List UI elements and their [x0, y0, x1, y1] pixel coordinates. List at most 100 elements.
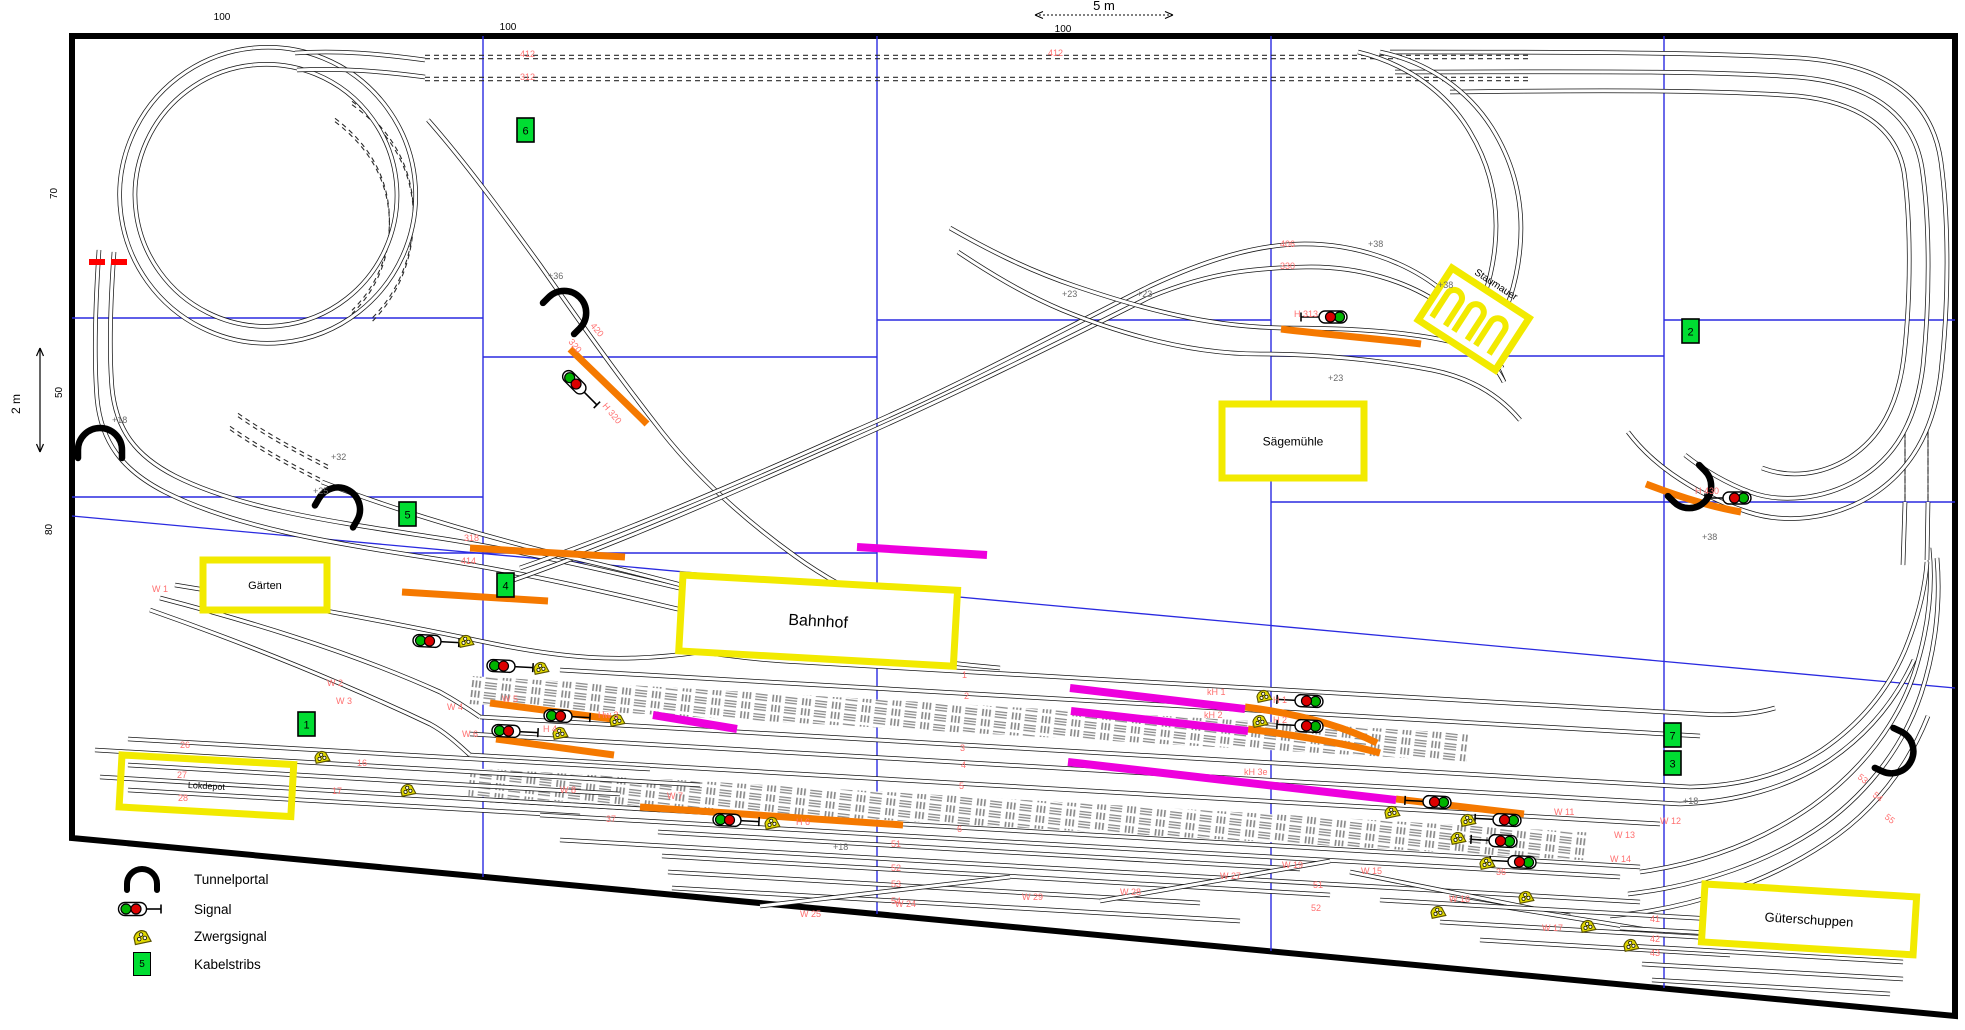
track-number-label: 51: [891, 839, 901, 849]
track-number-label: W 7: [667, 791, 683, 801]
track-number-label: 53: [891, 879, 901, 889]
kabelstribs-box-4: 4: [497, 573, 514, 597]
axis-label: 70: [49, 187, 60, 199]
isolation-gap-marker: [111, 259, 127, 265]
height-label: +23: [1137, 289, 1152, 299]
track-number-label: H 6: [796, 817, 810, 827]
track-number-label: 52: [1311, 903, 1321, 913]
height-label: +38: [1368, 239, 1383, 249]
kabelstribs-box-7: 7: [1664, 723, 1681, 747]
track-number-label: W 16: [1449, 894, 1470, 904]
track-number-label: H 4: [543, 724, 557, 734]
grid-measure-label: 100: [500, 22, 517, 33]
kabelstribs-box-6: 6: [517, 118, 534, 142]
track-number-label: 330: [1280, 261, 1295, 271]
track-number-label: W 6: [462, 729, 478, 739]
height-label: +18: [833, 842, 848, 852]
track-number-label: W 28: [1120, 887, 1141, 897]
track-number-label: 6: [957, 824, 962, 834]
track-number-label: 27: [177, 770, 187, 780]
track-number-label: 37: [606, 814, 616, 824]
kabelstribs-number: 3: [1669, 759, 1675, 771]
height-label: +18: [1683, 796, 1698, 806]
track-fill: [1927, 502, 1928, 560]
track-number-label: W 8: [560, 785, 576, 795]
area-grten: Gärten: [203, 560, 327, 610]
track-number-label: W 13: [1614, 830, 1635, 840]
grid-measure-label: 100: [1055, 24, 1072, 35]
area-label: Gärten: [248, 580, 282, 592]
track-number-label: W 3: [336, 696, 352, 706]
track-number-label: W 29: [1022, 892, 1043, 902]
height-label: +23: [1062, 289, 1077, 299]
track-number-label: 2: [964, 691, 969, 701]
track-number-label: 43: [1650, 948, 1660, 958]
area-gterschuppen: Güterschuppen: [1701, 884, 1916, 955]
track-number-label: Hw 3: [598, 710, 619, 720]
track-number-label: W 17: [1542, 923, 1563, 933]
track-number-label: W 24: [895, 899, 916, 909]
track-number-label: 3: [960, 743, 965, 753]
height-label: +36: [548, 271, 563, 281]
kabelstribs-box-3: 3: [1664, 751, 1681, 775]
height-label: +25: [313, 486, 328, 496]
track-number-label: kH 2: [1204, 710, 1223, 720]
height-label: +23: [1328, 373, 1343, 383]
kabelstribs-number: 6: [522, 126, 528, 138]
track-fill: [1903, 502, 1905, 565]
area-label: Bahnhof: [788, 612, 849, 632]
track-number-label: W 19: [1282, 860, 1303, 870]
height-label: +18: [112, 415, 127, 425]
area-label: Sägemühle: [1263, 434, 1324, 448]
track-number-label: 41: [1650, 914, 1660, 924]
track-number-label: H 430: [1695, 486, 1719, 496]
track-number-label: H 2: [1273, 715, 1287, 725]
track-number-label: 406: [1280, 239, 1295, 249]
track-number-label: 52: [891, 863, 901, 873]
track-number-label: 318: [464, 533, 479, 543]
area-bahnhof: Bahnhof: [679, 575, 958, 666]
track-number-label: 51: [1313, 880, 1323, 890]
track-number-label: 412: [1048, 48, 1063, 58]
axis-label: 80: [44, 523, 55, 535]
track-number-label: 28: [178, 793, 188, 803]
track-number-label: W 27: [1220, 871, 1241, 881]
track-number-label: 1: [962, 670, 967, 680]
kabelstribs-number: 5: [404, 510, 410, 522]
track-number-label: kH 1: [1207, 687, 1226, 697]
kabelstribs-number: 7: [1669, 731, 1675, 743]
kabelstribs-box-2: 2: [1682, 319, 1699, 343]
kabelstribs-box-1: 1: [298, 712, 315, 736]
area-label: Lokdepot: [188, 780, 226, 792]
track-number-label: W 2: [327, 678, 343, 688]
track-number-label: 312: [520, 72, 535, 82]
track-number-label: 42: [1650, 934, 1660, 944]
track-number-label: W 12: [1660, 816, 1681, 826]
grid-measure-label: 100: [214, 12, 231, 23]
track-number-label: W 14: [1610, 854, 1631, 864]
axis-label: 50: [54, 386, 65, 398]
track-number-label: 5: [959, 781, 964, 791]
scale-label-left: 2 m: [9, 394, 23, 414]
track-number-label: 412: [520, 49, 535, 59]
track-number-label: H 313: [1294, 309, 1318, 319]
track-number-label: 36: [1496, 867, 1506, 877]
track-number-label: W 15: [1361, 866, 1382, 876]
scale-label-top: 5 m: [1093, 0, 1115, 13]
height-label: +38: [1438, 280, 1453, 290]
height-label: +38: [1702, 532, 1717, 542]
area-sgemhle: Sägemühle: [1222, 404, 1364, 478]
isolation-gap-marker: [89, 259, 105, 265]
track-number-label: 16: [357, 758, 367, 768]
track-number-label: W 25: [800, 909, 821, 919]
track-number-label: W 1: [152, 584, 168, 594]
track-number-label: 4: [961, 760, 966, 770]
kabelstribs-number: 1: [303, 720, 309, 732]
track-plan-page: Gärten Bahnhof Sägemühle Lokdepot Güterschup…: [0, 0, 1965, 1030]
track-plan-svg: Gärten Bahnhof Sägemühle Lokdepot Güterschup…: [0, 0, 1965, 1030]
kabelstribs-number: 4: [502, 581, 508, 593]
kabelstribs-number: 2: [1687, 327, 1693, 339]
height-label: +32: [331, 452, 346, 462]
track-number-label: H 1: [1273, 695, 1287, 705]
track-number-label: W 4: [447, 702, 463, 712]
